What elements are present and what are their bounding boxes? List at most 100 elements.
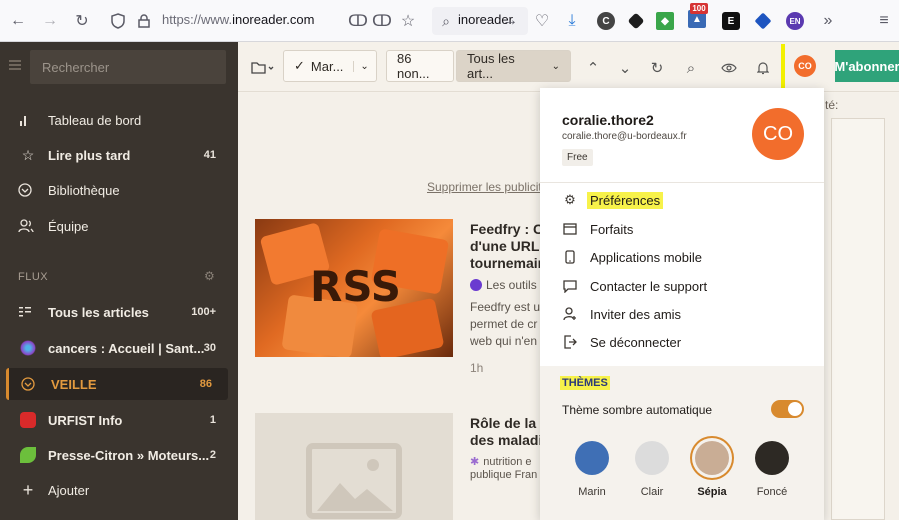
cancers-favicon-icon	[20, 340, 36, 356]
download-icon[interactable]: ⤓	[562, 11, 582, 31]
subscribe-button[interactable]: M'abonner	[834, 50, 899, 82]
bar-chart-icon	[18, 113, 38, 127]
unread-count: 41	[203, 149, 216, 161]
article-snippet-line: Feedfry est u	[470, 300, 541, 314]
sidebar-item-read-later[interactable]: ☆ Lire plus tard 41	[0, 139, 238, 171]
rss-icon[interactable]: ↀ	[348, 11, 368, 31]
next-article-icon[interactable]: ⌄	[616, 59, 634, 77]
unread-count: 2	[209, 449, 216, 461]
previous-article-icon[interactable]: ⌃	[584, 59, 602, 77]
feed-urfist[interactable]: URFIST Info 1	[0, 404, 238, 436]
urfist-favicon-icon	[20, 412, 36, 428]
url-host: inoreader.com	[232, 12, 315, 27]
unread-filter-button[interactable]: 86 non...	[386, 50, 454, 82]
theme-swatch-clair[interactable]	[635, 441, 669, 475]
chevron-circle-icon	[18, 183, 38, 197]
url-field[interactable]: https://www.inoreader.com	[162, 12, 314, 27]
sidebar-item-label: Bibliothèque	[48, 182, 120, 198]
sidebar-item-library[interactable]: Bibliothèque	[0, 174, 238, 206]
mark-read-button[interactable]: ✓ Mar... ⌄	[283, 50, 377, 82]
menu-item-invite[interactable]: Inviter des amis	[540, 300, 824, 328]
overflow-chevron-icon[interactable]: »	[818, 11, 838, 31]
menu-item-support[interactable]: Contacter le support	[540, 272, 824, 300]
check-icon: ✓	[294, 58, 305, 73]
url-prefix: https://www.	[162, 12, 233, 27]
article-title-line[interactable]: Rôle de la r	[470, 415, 540, 432]
reload-icon[interactable]: ↻	[72, 11, 92, 31]
gear-icon: ⚙	[564, 192, 576, 207]
plan-badge: Free	[562, 149, 593, 166]
article-meta-line: ✱ nutrition e	[470, 455, 532, 469]
articles-filter-label: Tous les art...	[467, 51, 515, 81]
go-arrow-icon[interactable]: →	[500, 11, 520, 31]
feed-cancers[interactable]: cancers : Accueil | Sant... 30	[0, 332, 238, 364]
source-label: Les outils	[486, 278, 537, 292]
list-icon	[18, 305, 38, 319]
shield-icon[interactable]	[108, 11, 128, 31]
theme-swatch-sepia[interactable]	[695, 441, 729, 475]
refresh-icon[interactable]: ↻	[648, 59, 666, 77]
article-title-line[interactable]: d'une URL r	[470, 238, 540, 255]
remove-ads-link[interactable]: Supprimer les publicite	[427, 180, 548, 194]
menu-item-label: Se déconnecter	[590, 334, 682, 350]
menu-item-label: Forfaits	[590, 221, 634, 237]
avatar-large[interactable]: CO	[752, 108, 804, 160]
rss-alt-icon[interactable]: ↀ	[372, 11, 392, 31]
green-extension-icon[interactable]: ◆	[656, 12, 674, 30]
auto-dark-toggle[interactable]	[771, 400, 804, 418]
article-thumbnail[interactable]: RSS	[255, 219, 453, 357]
back-arrow-icon[interactable]: ←	[8, 11, 28, 31]
feed-veille[interactable]: VEILLE 86	[6, 368, 228, 400]
plus-icon: +	[22, 479, 34, 500]
star-icon: ☆	[21, 146, 35, 163]
article-source[interactable]: Les outils	[470, 278, 537, 292]
feed-label: Presse-Citron » Moteurs...	[48, 447, 210, 463]
auto-dark-label: Thème sombre automatique	[562, 403, 713, 417]
sidebar-search-input[interactable]: Rechercher	[42, 60, 109, 75]
feed-presse-citron[interactable]: Presse-Citron » Moteurs... 2	[0, 439, 238, 471]
articles-filter-button[interactable]: Tous les art... ⌄	[456, 50, 571, 82]
bookmark-star-icon[interactable]: ☆	[398, 11, 418, 31]
menu-item-label: Contacter le support	[590, 278, 708, 294]
forward-arrow-icon[interactable]: →	[40, 11, 60, 31]
translate-extension-icon[interactable]: EN	[786, 12, 804, 30]
flux-heading: FLUX	[18, 271, 49, 283]
unread-count: 1	[209, 414, 216, 426]
menu-toggle-icon[interactable]	[9, 60, 21, 70]
search-icon[interactable]: ⌕	[682, 59, 700, 77]
menu-item-preferences[interactable]: ⚙ Préférences	[540, 186, 824, 214]
sidebar-item-dashboard[interactable]: Tableau de bord	[0, 104, 238, 136]
sidebar-item-team[interactable]: Équipe	[0, 210, 238, 242]
eye-icon[interactable]	[720, 59, 738, 77]
article-title-line[interactable]: Feedfry : C	[470, 221, 540, 238]
unread-count: 86	[199, 378, 212, 390]
lock-icon[interactable]	[134, 11, 154, 31]
feed-all-articles[interactable]: Tous les articles 100+	[0, 296, 238, 328]
avatar[interactable]: CO	[794, 55, 816, 77]
right-panel-label: té:	[825, 98, 839, 112]
bell-icon[interactable]	[754, 59, 772, 77]
square-extension-icon[interactable]: E	[722, 12, 740, 30]
article-thumbnail-placeholder[interactable]	[255, 413, 453, 520]
gear-icon[interactable]: ⚙	[204, 269, 215, 283]
badge-count: 100	[690, 3, 708, 14]
theme-swatch-marin[interactable]	[575, 441, 609, 475]
add-feed-button[interactable]: + Ajouter	[0, 474, 238, 506]
blue-diamond-extension-icon[interactable]	[754, 12, 772, 30]
article-title-line[interactable]: tournemair	[470, 255, 540, 272]
article-title-line[interactable]: des maladi	[470, 432, 540, 449]
article-meta-text: nutrition e	[483, 455, 532, 468]
profile-menu: coralie.thore2 coralie.thore@u-bordeaux.…	[540, 88, 824, 520]
theme-label: Sépia	[697, 486, 727, 498]
folder-dropdown-icon[interactable]	[250, 59, 276, 77]
pocket-icon[interactable]: ♡	[532, 11, 552, 31]
hamburger-menu-icon[interactable]: ≡	[874, 11, 894, 31]
menu-item-logout[interactable]: Se déconnecter	[540, 328, 824, 356]
theme-swatch-fonce[interactable]	[755, 441, 789, 475]
browser-toolbar: ← → ↻ https://www.inoreader.com ↀ ↀ ☆ ⌕ …	[0, 0, 899, 42]
diamond-extension-icon[interactable]	[627, 12, 645, 30]
menu-item-plans[interactable]: Forfaits	[540, 215, 824, 243]
menu-item-mobile-apps[interactable]: Applications mobile	[540, 243, 824, 271]
c-extension-icon[interactable]: C	[597, 12, 615, 30]
chevron-down-icon[interactable]: ⌄	[353, 60, 369, 72]
